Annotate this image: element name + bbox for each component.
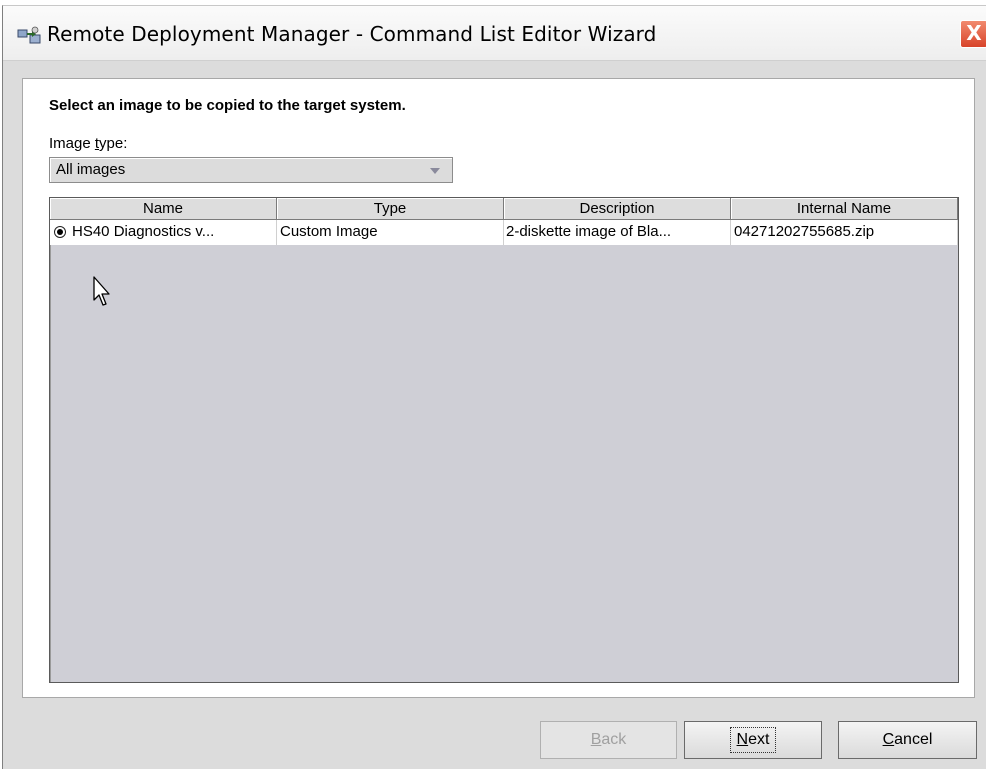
cell-name-text: HS40 Diagnostics v... bbox=[72, 223, 215, 240]
table-row[interactable]: HS40 Diagnostics v... Custom Image 2-dis… bbox=[50, 220, 958, 245]
cell-internal-name[interactable]: 04271202755685.zip bbox=[731, 220, 958, 245]
column-header-description[interactable]: Description bbox=[504, 198, 731, 220]
close-icon: X bbox=[966, 21, 982, 45]
images-table[interactable]: Name Type Description Internal Name HS40… bbox=[49, 197, 959, 683]
cell-type[interactable]: Custom Image bbox=[277, 220, 504, 245]
column-header-type[interactable]: Type bbox=[277, 198, 504, 220]
image-type-selected: All images bbox=[56, 161, 126, 178]
image-type-dropdown[interactable]: All images bbox=[49, 157, 453, 183]
image-type-label: Image type: bbox=[49, 135, 128, 152]
back-button[interactable]: Back bbox=[540, 721, 677, 759]
wizard-window: Remote Deployment Manager - Command List… bbox=[2, 5, 986, 769]
next-button[interactable]: Next bbox=[684, 721, 822, 759]
chevron-down-icon bbox=[430, 168, 440, 174]
cell-name[interactable]: HS40 Diagnostics v... bbox=[50, 220, 277, 245]
row-radio-button[interactable] bbox=[54, 226, 66, 238]
table-header: Name Type Description Internal Name bbox=[50, 198, 958, 220]
app-icon bbox=[17, 26, 41, 44]
cell-description[interactable]: 2-diskette image of Bla... bbox=[504, 220, 731, 245]
instruction-text: Select an image to be copied to the targ… bbox=[49, 97, 406, 114]
window-title: Remote Deployment Manager - Command List… bbox=[47, 22, 657, 46]
cancel-button[interactable]: Cancel bbox=[838, 721, 977, 759]
title-bar[interactable]: Remote Deployment Manager - Command List… bbox=[3, 6, 986, 61]
column-header-name[interactable]: Name bbox=[50, 198, 277, 220]
close-button[interactable]: X bbox=[960, 20, 986, 48]
column-header-internal-name[interactable]: Internal Name bbox=[731, 198, 958, 220]
mouse-pointer-icon bbox=[93, 276, 110, 306]
content-panel: Select an image to be copied to the targ… bbox=[22, 78, 975, 698]
